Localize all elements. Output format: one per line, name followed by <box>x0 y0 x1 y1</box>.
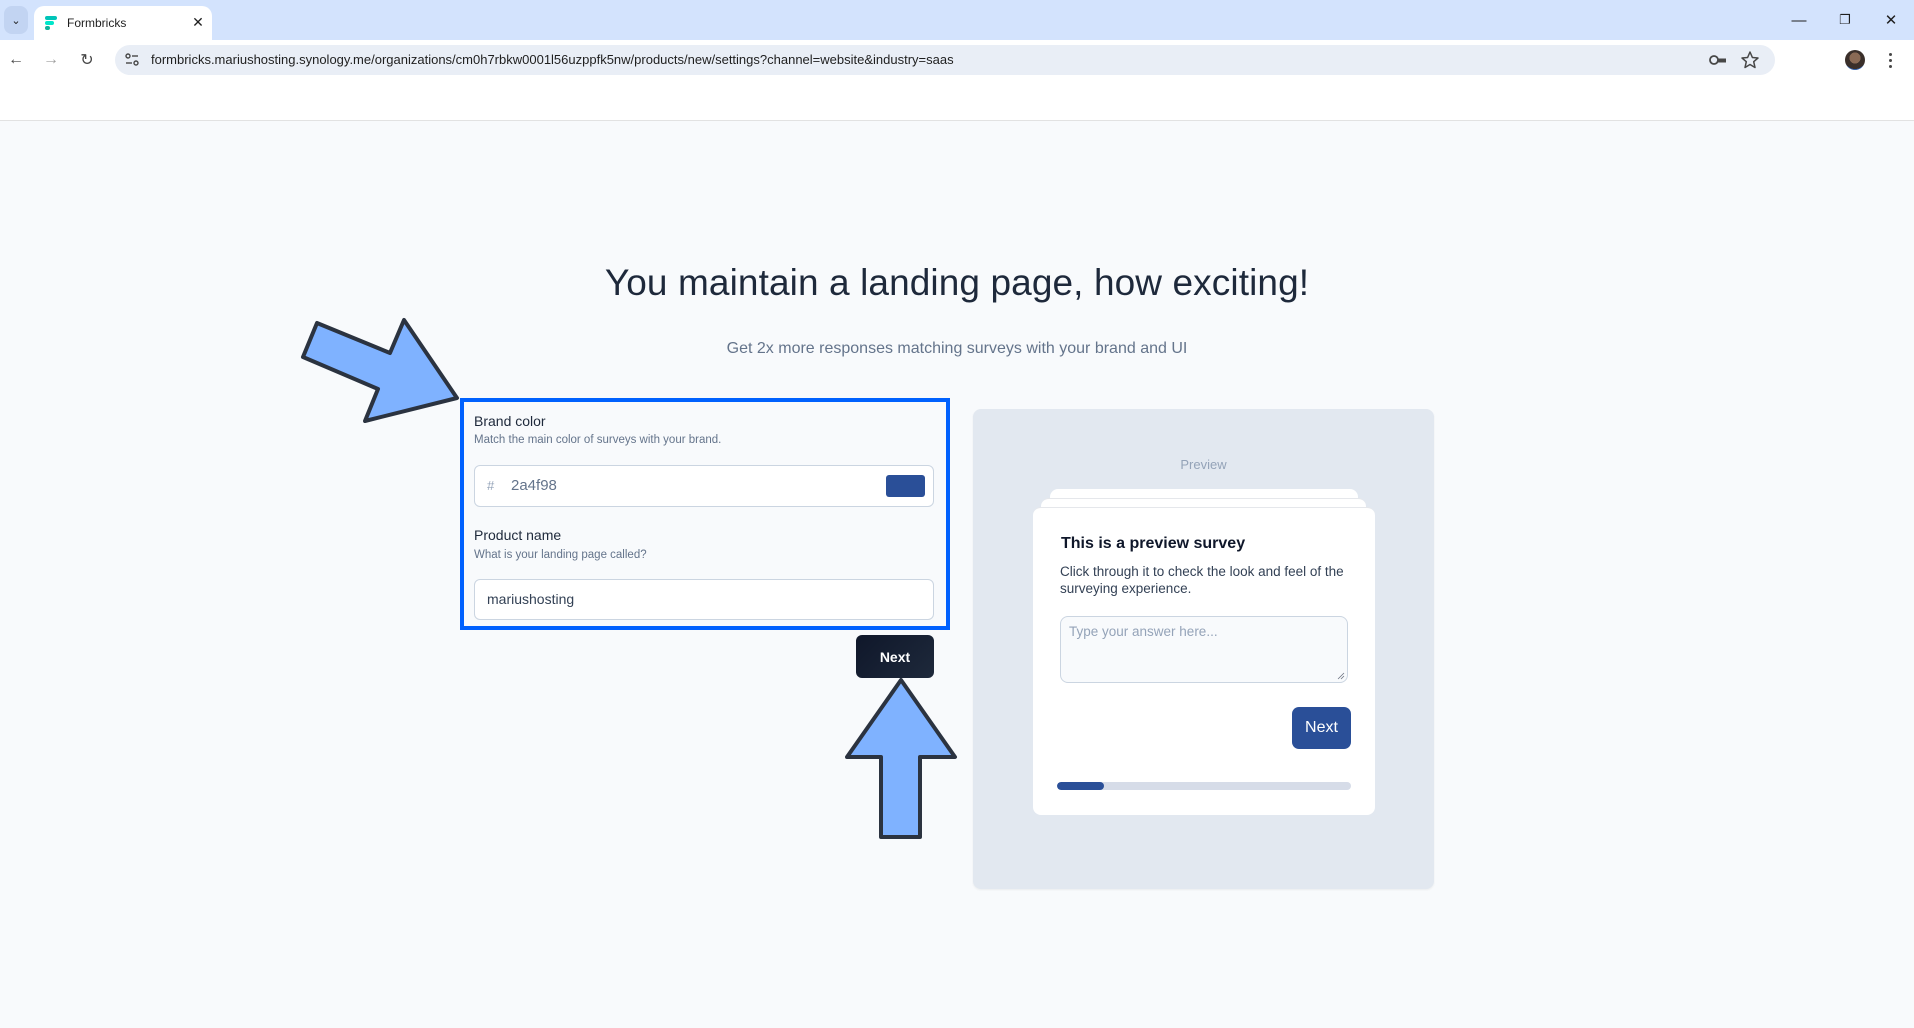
brand-color-label: Brand color <box>474 413 546 429</box>
back-button[interactable]: ← <box>4 48 28 72</box>
restore-icon: ❐ <box>1839 12 1851 27</box>
product-name-value[interactable]: mariushosting <box>487 591 574 607</box>
survey-next-button[interactable]: Next <box>1292 707 1351 749</box>
chevron-down-icon: ⌄ <box>11 14 21 27</box>
profile-avatar[interactable] <box>1845 50 1865 70</box>
answer-placeholder: Type your answer here... <box>1069 624 1218 639</box>
product-name-hint: What is your landing page called? <box>474 549 647 561</box>
next-button[interactable]: Next <box>856 635 934 678</box>
formbricks-logo-icon <box>45 16 57 30</box>
forward-button[interactable]: → <box>39 48 63 72</box>
answer-textarea[interactable]: Type your answer here... <box>1060 616 1348 683</box>
arrow-right-icon: → <box>43 51 59 68</box>
tab-strip: ⌄ Formbricks ✕ — ❐ ✕ <box>0 0 1914 40</box>
resize-handle-icon[interactable] <box>1337 672 1345 680</box>
hash-prefix: # <box>487 478 495 493</box>
app-header <box>0 80 1914 121</box>
product-name-label: Product name <box>474 527 562 543</box>
window-close-button[interactable]: ✕ <box>1878 8 1904 32</box>
product-name-input[interactable]: mariushosting <box>474 579 934 620</box>
color-swatch[interactable] <box>886 475 925 497</box>
survey-progress-fill <box>1057 782 1105 790</box>
key-icon[interactable] <box>1708 51 1728 69</box>
preview-label: Preview <box>1180 457 1227 472</box>
reload-icon: ↻ <box>80 52 94 69</box>
close-tab-icon[interactable]: ✕ <box>189 13 207 31</box>
url-text[interactable]: formbricks.mariushosting.synology.me/org… <box>151 52 954 67</box>
up-arrow-icon <box>845 678 957 839</box>
brand-color-input[interactable]: # 2a4f98 <box>474 465 934 507</box>
restore-button[interactable]: ❐ <box>1832 8 1858 32</box>
minimize-button[interactable]: — <box>1786 8 1812 32</box>
browser-toolbar: ← → ↻ formbricks.mariushosting.synology.… <box>0 40 1914 80</box>
page-subtitle: Get 2x more responses matching surveys w… <box>726 340 1188 357</box>
arrow-left-icon: ← <box>8 51 24 68</box>
address-bar[interactable]: formbricks.mariushosting.synology.me/org… <box>115 45 1775 75</box>
brand-color-hint: Match the main color of surveys with you… <box>474 434 722 446</box>
more-menu-icon[interactable] <box>1884 48 1896 72</box>
tab-title: Formbricks <box>67 16 127 30</box>
preview-panel: Preview This is a preview survey Click t… <box>973 409 1434 889</box>
site-settings-icon[interactable] <box>123 51 141 69</box>
browser-tab[interactable]: Formbricks ✕ <box>34 6 212 40</box>
tab-search-button[interactable]: ⌄ <box>4 6 28 34</box>
annotation-layer <box>301 318 957 839</box>
survey-description: Click through it to check the look and f… <box>1060 564 1344 596</box>
brand-color-value[interactable]: 2a4f98 <box>511 477 557 494</box>
close-icon: ✕ <box>1884 12 1898 29</box>
survey-title: This is a preview survey <box>1061 535 1246 552</box>
reload-button[interactable]: ↻ <box>75 48 99 72</box>
diagonal-arrow-icon <box>301 318 459 423</box>
bookmark-star-icon[interactable] <box>1740 50 1760 70</box>
page-title: You maintain a landing page, how excitin… <box>604 262 1310 303</box>
survey-progress-bar <box>1057 782 1351 790</box>
survey-card: This is a preview survey Click through i… <box>1033 507 1375 815</box>
minimize-icon: — <box>1791 11 1807 29</box>
